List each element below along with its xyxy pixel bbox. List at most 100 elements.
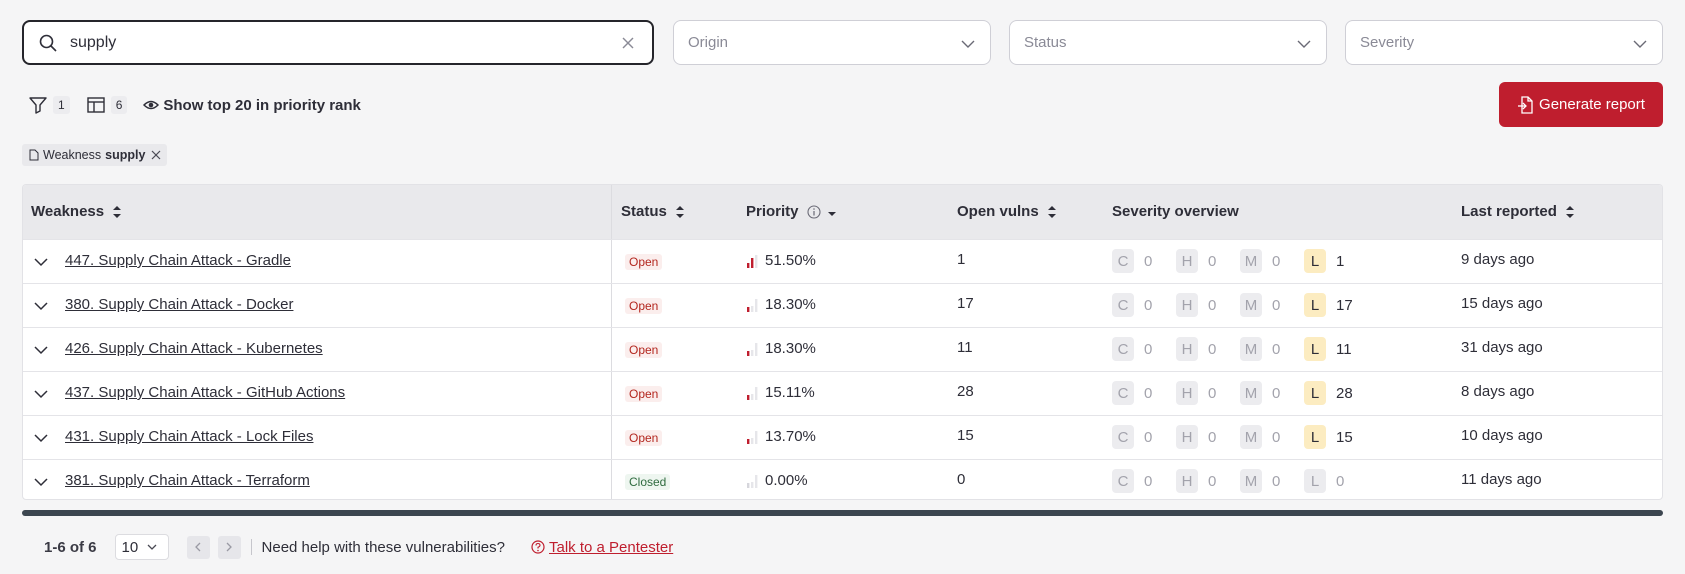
expand-row-icon[interactable] <box>33 254 49 270</box>
weakness-link[interactable]: 381. Supply Chain Attack - Terraform <box>65 472 310 489</box>
sort-icon <box>1047 205 1056 218</box>
header-open-vulns[interactable]: Open vulns <box>957 203 1057 220</box>
next-page-button[interactable] <box>217 535 241 559</box>
prev-page-button[interactable] <box>186 535 210 559</box>
table-row: 437. Supply Chain Attack - GitHub Action… <box>23 371 1662 415</box>
expand-row-icon[interactable] <box>33 430 49 446</box>
document-icon <box>29 149 39 161</box>
weakness-link[interactable]: 447. Supply Chain Attack - Gradle <box>65 252 291 269</box>
talk-to-pentester-link[interactable]: Talk to a Pentester <box>531 539 673 556</box>
status-badge: Open <box>625 430 663 446</box>
remove-chip-icon[interactable] <box>151 150 161 160</box>
table-row: 426. Supply Chain Attack - Kubernetes Op… <box>23 327 1662 371</box>
header-status[interactable]: Status <box>621 203 685 220</box>
severity-h-group: H 0 <box>1176 381 1240 405</box>
sort-icon <box>113 205 122 218</box>
priority-bars-icon <box>747 298 758 312</box>
table-row: 380. Supply Chain Attack - Docker Open 1… <box>23 283 1662 327</box>
status-placeholder: Status <box>1024 34 1067 51</box>
header-last-reported[interactable]: Last reported <box>1461 203 1575 220</box>
severity-l-badge: L <box>1304 337 1326 361</box>
generate-report-button[interactable]: Generate report <box>1499 82 1663 127</box>
filter-icon <box>29 97 47 114</box>
severity-l-group: L 0 <box>1304 469 1368 493</box>
header-weakness[interactable]: Weakness <box>31 203 122 220</box>
columns-icon <box>86 97 105 113</box>
page-size-select[interactable]: 10 <box>114 534 169 560</box>
search-input[interactable] <box>70 32 610 54</box>
pagination-range: 1-6 of 6 <box>44 538 97 556</box>
status-badge: Open <box>625 342 663 358</box>
severity-m-group: M 0 <box>1240 469 1304 493</box>
weakness-link[interactable]: 437. Supply Chain Attack - GitHub Action… <box>65 384 345 401</box>
priority-value: 15.11% <box>765 384 815 401</box>
severity-overview: C 0 H 0 M 0 L 1 <box>1112 249 1368 273</box>
expand-row-icon[interactable] <box>33 298 49 314</box>
severity-overview: C 0 H 0 M 0 L 15 <box>1112 425 1368 449</box>
severity-c-group: C 0 <box>1112 337 1176 361</box>
severity-overview: C 0 H 0 M 0 L 17 <box>1112 293 1368 317</box>
severity-m-count: 0 <box>1272 384 1281 402</box>
severity-m-count: 0 <box>1272 252 1281 270</box>
open-vulns-count: 17 <box>957 295 974 312</box>
table-row: 447. Supply Chain Attack - Gradle Open 5… <box>23 239 1662 283</box>
expand-row-icon[interactable] <box>33 342 49 358</box>
severity-c-count: 0 <box>1144 384 1153 402</box>
horizontal-scrollbar[interactable] <box>22 510 1663 516</box>
last-reported: 15 days ago <box>1461 295 1543 312</box>
show-top20-toggle[interactable]: Show top 20 in priority rank <box>143 97 361 114</box>
expand-row-icon[interactable] <box>33 474 49 490</box>
severity-c-group: C 0 <box>1112 425 1176 449</box>
weakness-link[interactable]: 380. Supply Chain Attack - Docker <box>65 296 293 313</box>
last-reported: 9 days ago <box>1461 251 1535 268</box>
clear-search-icon[interactable] <box>620 35 636 51</box>
priority-bars-icon <box>747 430 758 444</box>
chevron-right-icon <box>226 542 232 552</box>
severity-c-badge: C <box>1112 249 1134 273</box>
filter-toggle[interactable]: 1 <box>28 95 70 115</box>
severity-c-count: 0 <box>1144 428 1153 446</box>
priority-cell: 18.30% <box>745 296 816 313</box>
severity-l-count: 15 <box>1336 428 1353 446</box>
severity-overview: C 0 H 0 M 0 L 11 <box>1112 337 1368 361</box>
severity-c-badge: C <box>1112 337 1134 361</box>
file-export-icon <box>1518 95 1533 114</box>
severity-l-badge: L <box>1304 469 1326 493</box>
header-priority[interactable]: Priority <box>746 203 837 220</box>
severity-l-group: L 17 <box>1304 293 1368 317</box>
sort-desc-icon <box>827 211 836 216</box>
severity-c-group: C 0 <box>1112 381 1176 405</box>
severity-m-count: 0 <box>1272 340 1281 358</box>
severity-h-count: 0 <box>1208 472 1217 490</box>
priority-value: 0.00% <box>765 472 808 489</box>
talk-to-pentester-label: Talk to a Pentester <box>549 538 674 556</box>
chevron-down-icon <box>147 544 157 550</box>
weakness-link[interactable]: 431. Supply Chain Attack - Lock Files <box>65 428 313 445</box>
severity-h-count: 0 <box>1208 340 1217 358</box>
status-select[interactable]: Status <box>1009 20 1327 65</box>
open-vulns-count: 11 <box>957 339 973 356</box>
priority-bars-icon <box>747 386 758 400</box>
table-row: 381. Supply Chain Attack - Terraform Clo… <box>23 459 1662 499</box>
severity-m-count: 0 <box>1272 296 1281 314</box>
severity-m-group: M 0 <box>1240 381 1304 405</box>
origin-placeholder: Origin <box>688 34 729 51</box>
weakness-link[interactable]: 426. Supply Chain Attack - Kubernetes <box>65 340 323 357</box>
severity-c-group: C 0 <box>1112 249 1176 273</box>
origin-select[interactable]: Origin <box>673 20 991 65</box>
severity-h-group: H 0 <box>1176 293 1240 317</box>
priority-value: 13.70% <box>765 428 816 445</box>
severity-c-badge: C <box>1112 293 1134 317</box>
open-vulns-count: 28 <box>957 383 974 400</box>
expand-row-icon[interactable] <box>33 386 49 402</box>
columns-toggle[interactable]: 6 <box>86 95 128 115</box>
open-vulns-count: 0 <box>957 471 966 488</box>
severity-m-badge: M <box>1240 337 1262 361</box>
priority-value: 18.30% <box>765 296 816 313</box>
status-badge: Closed <box>625 474 671 490</box>
severity-select[interactable]: Severity <box>1345 20 1663 65</box>
info-icon[interactable] <box>806 204 821 219</box>
pagination: 1-6 of 6 10 Need help with these vulnera… <box>44 532 673 562</box>
search-box[interactable] <box>22 20 654 65</box>
status-badge: Open <box>625 254 663 270</box>
